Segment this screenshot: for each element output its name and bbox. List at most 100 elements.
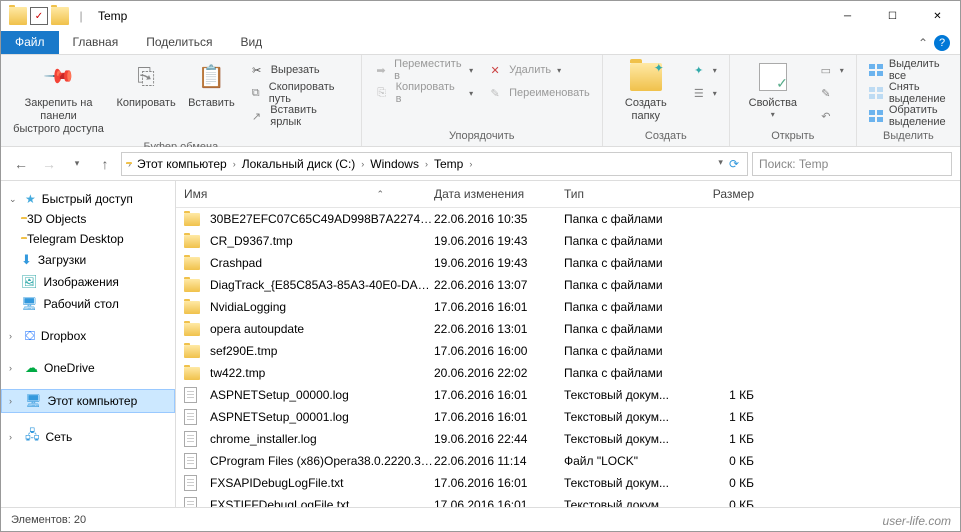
back-button[interactable]: ← <box>9 152 33 176</box>
chevron-right-icon[interactable]: › <box>128 159 131 169</box>
maximize-button[interactable]: ☐ <box>870 2 915 31</box>
file-row[interactable]: 30BE27EFC07C65C49AD998B7A227412F-S...22.… <box>176 208 960 230</box>
copy-button[interactable]: ⎘ Копировать <box>114 59 178 112</box>
tab-home[interactable]: Главная <box>59 31 133 54</box>
invertsel-button[interactable]: Обратить выделение <box>865 105 952 127</box>
search-placeholder: Поиск: Temp <box>759 157 828 171</box>
file-row[interactable]: ASPNETSetup_00000.log17.06.2016 16:01Тек… <box>176 384 960 406</box>
statusbar: Элементов: 20 <box>1 507 960 531</box>
tab-view[interactable]: Вид <box>226 31 276 54</box>
newfolder-label: Создать папку <box>625 97 667 123</box>
dropbox-icon: ⛋ <box>25 328 35 344</box>
chevron-right-icon[interactable]: › <box>425 159 428 169</box>
col-type[interactable]: Тип <box>564 187 694 201</box>
file-icon <box>184 497 204 507</box>
chevron-right-icon[interactable]: › <box>469 159 472 169</box>
item-count: Элементов: 20 <box>11 514 86 526</box>
file-name: Crashpad <box>210 256 434 270</box>
file-name: ASPNETSetup_00001.log <box>210 410 434 424</box>
ribbon-collapse-icon[interactable]: ⌃ <box>918 36 928 50</box>
search-input[interactable]: Поиск: Temp <box>752 152 952 176</box>
properties-label: Свойства <box>749 97 797 110</box>
folder-icon <box>9 7 27 25</box>
file-row[interactable]: ASPNETSetup_00001.log17.06.2016 16:01Тек… <box>176 406 960 428</box>
edit-button[interactable]: ✎ <box>814 82 848 104</box>
minimize-button[interactable]: ─ <box>825 2 870 31</box>
file-date: 19.06.2016 19:43 <box>434 256 564 270</box>
col-size[interactable]: Размер <box>694 187 764 201</box>
sidebar-item[interactable]: 🖼Изображения <box>1 271 175 293</box>
titlebar: ✓ | Temp ─ ☐ ✕ <box>1 1 960 31</box>
recent-dropdown[interactable]: ▾ <box>65 152 89 176</box>
sidebar-item[interactable]: 3D Objects <box>1 209 175 229</box>
file-row[interactable]: NvidiaLogging17.06.2016 16:01Папка с фай… <box>176 296 960 318</box>
breadcrumb[interactable]: Локальный диск (C:) <box>238 157 360 171</box>
cut-button[interactable]: ✂Вырезать <box>245 59 353 81</box>
sidebar-item[interactable]: Telegram Desktop <box>1 229 175 249</box>
tab-file[interactable]: Файл <box>1 31 59 54</box>
help-icon[interactable]: ? <box>934 35 950 51</box>
breadcrumb[interactable]: Temp <box>430 157 467 171</box>
copyto-button[interactable]: ⎘Копировать в <box>370 82 477 104</box>
paste-button[interactable]: 📋 Вставить <box>184 59 239 112</box>
file-row[interactable]: DiagTrack_{E85C85A3-85A3-40E0-DA14-...22… <box>176 274 960 296</box>
file-row[interactable]: opera autoupdate22.06.2016 13:01Папка с … <box>176 318 960 340</box>
file-name: CR_D9367.tmp <box>210 234 434 248</box>
file-row[interactable]: sef290E.tmp17.06.2016 16:00Папка с файла… <box>176 340 960 362</box>
sidebar-item[interactable]: ⬇Загрузки <box>1 249 175 271</box>
history-button[interactable]: ↶ <box>814 105 848 127</box>
col-name[interactable]: Имя⌃ <box>184 187 434 201</box>
properties-icon <box>757 61 789 93</box>
moveto-button[interactable]: ➡Переместить в <box>370 59 477 81</box>
selectall-button[interactable]: Выделить все <box>865 59 952 81</box>
file-row[interactable]: tw422.tmp20.06.2016 22:02Папка с файлами <box>176 362 960 384</box>
shortcut-icon: ↗ <box>249 108 265 124</box>
refresh-button[interactable]: ⟳ <box>729 157 739 171</box>
file-row[interactable]: CProgram Files (x86)Opera38.0.2220.31op.… <box>176 450 960 472</box>
sidebar-thispc[interactable]: ›🖥Этот компьютер <box>1 389 175 413</box>
pin-quickaccess-button[interactable]: 📌 Закрепить на панели быстрого доступа <box>9 59 108 139</box>
addr-dropdown[interactable]: ▾ <box>718 157 723 171</box>
selectall-icon <box>869 62 883 78</box>
chevron-right-icon[interactable]: › <box>233 159 236 169</box>
file-name: FXSTIFFDebugLogFile.txt <box>210 498 434 507</box>
col-date[interactable]: Дата изменения <box>434 187 564 201</box>
address-bar[interactable]: › Этот компьютер › Локальный диск (C:) ›… <box>121 152 748 176</box>
selectnone-button[interactable]: Снять выделение <box>865 82 952 104</box>
chevron-right-icon[interactable]: › <box>361 159 364 169</box>
up-button[interactable]: ↑ <box>93 152 117 176</box>
sidebar-network[interactable]: ›🖧Сеть <box>1 423 175 451</box>
copypath-button[interactable]: ⧉Скопировать путь <box>245 82 353 104</box>
cut-icon: ✂ <box>249 62 265 78</box>
forward-button[interactable]: → <box>37 152 61 176</box>
newfolder-button[interactable]: Создать папку <box>611 59 681 125</box>
rename-button[interactable]: ✎Переименовать <box>483 82 594 104</box>
shortcut-button[interactable]: ↗Вставить ярлык <box>245 105 353 127</box>
newitem-button[interactable]: ✦▾ <box>687 59 721 81</box>
desktop-icon: 🖥 <box>21 296 38 312</box>
sidebar-item[interactable]: 🖥Рабочий стол <box>1 293 175 315</box>
file-row[interactable]: Crashpad19.06.2016 19:43Папка с файлами <box>176 252 960 274</box>
file-row[interactable]: FXSTIFFDebugLogFile.txt17.06.2016 16:01Т… <box>176 494 960 507</box>
file-row[interactable]: chrome_installer.log19.06.2016 22:44Текс… <box>176 428 960 450</box>
sidebar-dropbox[interactable]: ›⛋Dropbox <box>1 325 175 347</box>
file-date: 22.06.2016 10:35 <box>434 212 564 226</box>
tab-share[interactable]: Поделиться <box>132 31 226 54</box>
open-button[interactable]: ▭▾ <box>814 59 848 81</box>
properties-button[interactable]: Свойства <box>738 59 808 122</box>
file-row[interactable]: CR_D9367.tmp19.06.2016 19:43Папка с файл… <box>176 230 960 252</box>
easyaccess-button[interactable]: ☰▾ <box>687 82 721 104</box>
sidebar-onedrive[interactable]: ›☁OneDrive <box>1 357 175 379</box>
delete-button[interactable]: ✕Удалить <box>483 59 594 81</box>
qat-checkbox-icon[interactable]: ✓ <box>30 7 48 25</box>
file-type: Папка с файлами <box>564 212 694 226</box>
folder-icon <box>184 211 204 227</box>
breadcrumb[interactable]: Этот компьютер <box>133 157 231 171</box>
file-name: tw422.tmp <box>210 366 434 380</box>
file-size: 1 КБ <box>694 388 764 402</box>
rename-icon: ✎ <box>487 85 503 101</box>
breadcrumb[interactable]: Windows <box>366 157 423 171</box>
sidebar-quickaccess[interactable]: ⌄★Быстрый доступ <box>1 189 175 209</box>
close-button[interactable]: ✕ <box>915 2 960 31</box>
file-row[interactable]: FXSAPIDebugLogFile.txt17.06.2016 16:01Те… <box>176 472 960 494</box>
